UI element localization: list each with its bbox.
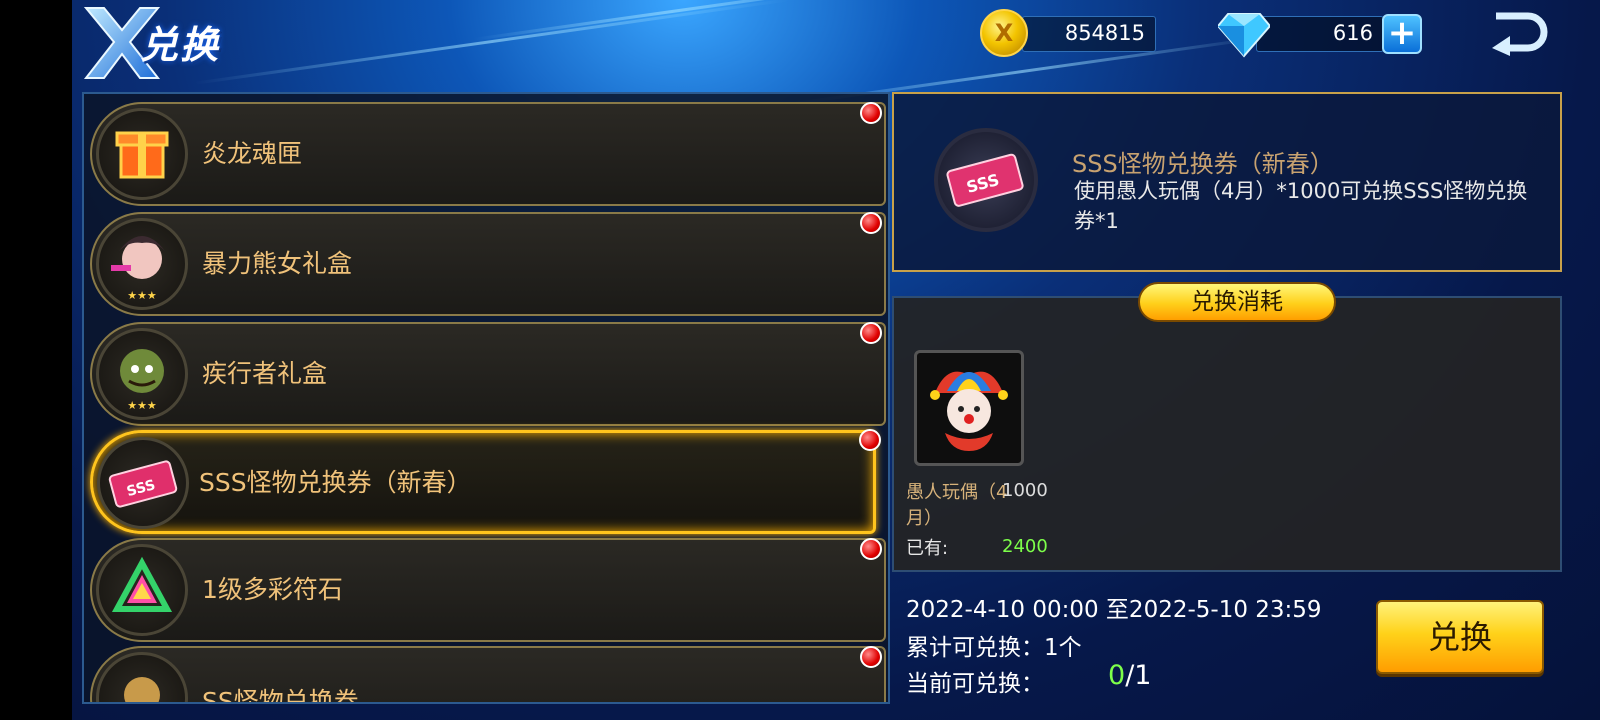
list-item-selected[interactable]: SSS SSS怪物兑换券（新春） [90, 429, 881, 534]
exchange-period: 2022-4-10 00:00 至2022-5-10 23:59 [906, 597, 1322, 623]
cost-item-name: 愚人玩偶（4月） [906, 482, 1008, 529]
list-item-label: 炎龙魂匣 [202, 139, 303, 168]
total-exchangeable: 累计可兑换：1个 [906, 635, 1082, 661]
background-streak [194, 0, 790, 85]
owned-label: 已有: [906, 538, 949, 559]
sss-ticket-icon: SSS [97, 437, 189, 529]
exchange-list[interactable]: 炎龙魂匣 ★★★ 暴力熊女礼盒 ★★★ 疾行者礼盒 SSS SSS怪物兑换券（新… [82, 92, 890, 704]
notification-dot [860, 646, 882, 668]
notification-dot [860, 102, 882, 124]
add-diamond-button[interactable]: + [1382, 14, 1422, 54]
jester-doll-item[interactable] [914, 350, 1024, 466]
current-exchangeable-value: 0/1 [1108, 660, 1151, 691]
cost-header: 兑换消耗 [1138, 282, 1336, 322]
list-item-label: 疾行者礼盒 [202, 359, 328, 388]
current-exchangeable-label: 当前可兑换： [906, 671, 1044, 697]
current-max: /1 [1125, 660, 1152, 691]
cost-panel: 兑换消耗 愚人玩偶（4月） 1000 已有: 2400 [892, 282, 1562, 572]
exchange-button[interactable]: 兑换 [1376, 600, 1544, 674]
current-count: 0 [1108, 660, 1126, 691]
rainbow-rune-icon [96, 544, 188, 636]
svg-text:★★★: ★★★ [127, 399, 157, 412]
diamond-counter: 616 [1256, 16, 1384, 52]
bear-girl-avatar-icon: ★★★ [96, 218, 188, 310]
list-item-label: SS怪物兑换券 [202, 687, 359, 704]
owned-value: 2400 [1002, 536, 1048, 557]
list-item[interactable]: ★★★ 暴力熊女礼盒 [90, 212, 886, 316]
list-item-label: 1级多彩符石 [202, 575, 343, 604]
list-item[interactable]: SS怪物兑换券 [90, 646, 886, 704]
notification-dot [860, 212, 882, 234]
item-title: SSS怪物兑换券（新春） [1072, 150, 1334, 178]
list-item[interactable]: ★★★ 疾行者礼盒 [90, 322, 886, 426]
list-item-label: 暴力熊女礼盒 [202, 249, 353, 278]
item-detail-panel: SSS SSS怪物兑换券（新春） 使用愚人玩偶（4月）*1000可兑换SSS怪物… [892, 92, 1562, 272]
notification-dot [860, 538, 882, 560]
item-description: 使用愚人玩偶（4月）*1000可兑换SSS怪物兑换券*1 [1074, 179, 1528, 233]
cost-quantity: 1000 [1002, 480, 1048, 501]
page-title: 兑换 [140, 23, 221, 67]
back-button-icon[interactable] [1488, 8, 1552, 56]
gift-chest-icon [96, 108, 188, 200]
diamond-icon [1218, 13, 1270, 58]
gold-amount: 854815 [1064, 21, 1145, 45]
runner-avatar-icon: ★★★ [96, 328, 188, 420]
list-item[interactable]: 1级多彩符石 [90, 538, 886, 642]
gold-counter: 854815 [1022, 16, 1156, 52]
notification-dot [860, 322, 882, 344]
ss-ticket-icon [96, 652, 188, 702]
gold-coin-icon: X [980, 9, 1028, 57]
notification-dot [859, 429, 881, 451]
list-item[interactable]: 炎龙魂匣 [90, 102, 886, 206]
jester-doll-icon [930, 371, 1008, 451]
list-item-label: SSS怪物兑换券（新春） [199, 468, 472, 497]
svg-text:★★★: ★★★ [127, 289, 157, 302]
diamond-amount: 616 [1332, 21, 1373, 45]
sss-ticket-icon: SSS [934, 128, 1038, 232]
